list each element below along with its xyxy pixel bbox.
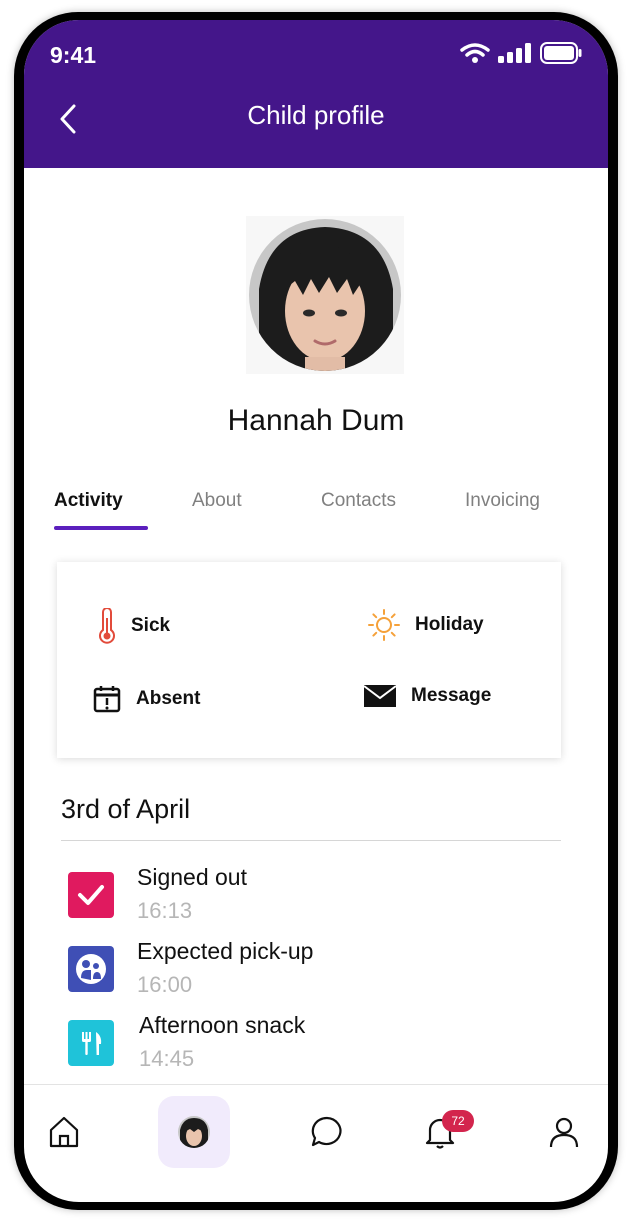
tab-bar-divider bbox=[24, 1084, 608, 1085]
signal-icon bbox=[498, 43, 531, 63]
message-button[interactable]: Message bbox=[363, 684, 491, 708]
header-bar: 9:41 Child profile bbox=[24, 20, 608, 168]
app-screen: 9:41 Child profile Hannah Dum Activity A… bbox=[24, 20, 608, 1202]
timeline-event[interactable]: Afternoon snack 14:45 bbox=[68, 1012, 548, 1080]
calendar-alert-icon bbox=[93, 686, 121, 713]
nav-profile[interactable] bbox=[542, 1110, 586, 1154]
chat-bubble-icon bbox=[311, 1116, 342, 1147]
tab-contacts[interactable]: Contacts bbox=[321, 490, 396, 512]
status-icons bbox=[460, 42, 582, 64]
wifi-icon bbox=[460, 43, 490, 63]
nav-messages[interactable] bbox=[305, 1110, 349, 1154]
envelope-icon bbox=[363, 685, 397, 707]
tab-about[interactable]: About bbox=[192, 490, 242, 512]
message-label: Message bbox=[411, 685, 492, 706]
absent-button[interactable]: Absent bbox=[92, 684, 200, 714]
child-name: Hannah Dum bbox=[227, 404, 405, 437]
event-title: Afternoon snack bbox=[139, 1012, 306, 1038]
home-icon bbox=[49, 1116, 79, 1148]
nav-child-profile[interactable] bbox=[158, 1096, 230, 1168]
holiday-label: Holiday bbox=[415, 614, 484, 635]
user-icon bbox=[549, 1117, 579, 1148]
timeline-date: 3rd of April bbox=[61, 794, 191, 824]
event-time: 16:13 bbox=[137, 898, 193, 923]
tab-activity[interactable]: Activity bbox=[54, 490, 123, 512]
cutlery-icon bbox=[68, 1020, 114, 1066]
battery-icon bbox=[540, 42, 582, 64]
phone-frame: 9:41 Child profile Hannah Dum Activity A… bbox=[14, 12, 618, 1210]
event-title: Signed out bbox=[137, 864, 247, 890]
active-tab-indicator bbox=[54, 526, 148, 530]
quick-actions-card: Sick Holiday Absent Message bbox=[57, 562, 561, 758]
date-divider bbox=[61, 840, 561, 841]
nav-home[interactable] bbox=[42, 1110, 86, 1154]
sick-button[interactable]: Sick bbox=[97, 608, 170, 644]
notifications-badge: 72 bbox=[442, 1110, 474, 1132]
sick-label: Sick bbox=[131, 615, 171, 636]
profile-tabs: Activity About Contacts Invoicing bbox=[52, 490, 582, 546]
holiday-button[interactable]: Holiday bbox=[367, 608, 484, 642]
timeline-event[interactable]: Signed out 16:13 bbox=[68, 864, 548, 932]
check-icon bbox=[68, 872, 114, 918]
timeline-event[interactable]: Expected pick-up 16:00 bbox=[68, 938, 548, 1006]
event-time: 14:45 bbox=[139, 1046, 195, 1071]
sun-icon bbox=[368, 609, 400, 641]
tab-invoicing[interactable]: Invoicing bbox=[465, 490, 540, 512]
child-avatar-small bbox=[178, 1116, 210, 1148]
page-title: Child profile bbox=[247, 100, 385, 130]
avatar-frame bbox=[246, 216, 404, 374]
event-time: 16:00 bbox=[137, 972, 193, 997]
absent-label: Absent bbox=[136, 688, 201, 709]
child-avatar bbox=[249, 219, 401, 371]
thermometer-icon bbox=[99, 608, 115, 644]
event-title: Expected pick-up bbox=[137, 938, 314, 964]
pickup-icon bbox=[68, 946, 114, 992]
status-time: 9:41 bbox=[50, 42, 97, 68]
